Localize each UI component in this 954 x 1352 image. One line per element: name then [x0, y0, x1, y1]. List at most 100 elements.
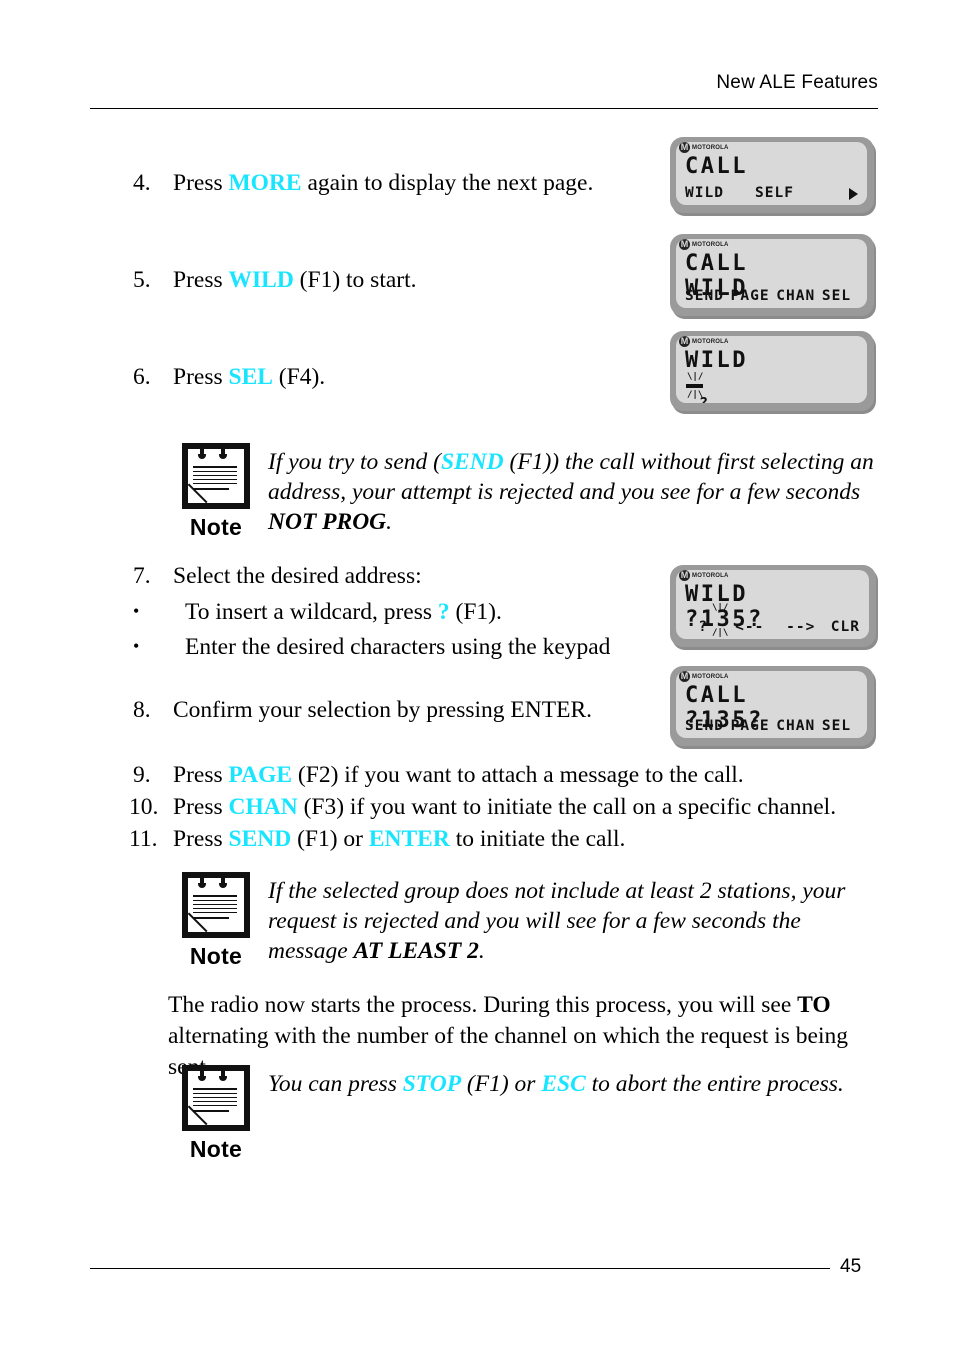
step-7: 7. Select the desired address: [133, 561, 422, 592]
cursor-star-top-icon: \|/ [687, 372, 704, 382]
note-icon-2: Note [168, 872, 264, 970]
footer-rule [90, 1268, 830, 1269]
step-7-bullet-1: • To insert a wildcard, press ? (F1). [133, 596, 502, 628]
header-rule [90, 108, 878, 109]
step-7-bullet-2: • Enter the desired characters using the … [133, 631, 610, 663]
display-5-softkeys: SEND PAGE CHAN SEL [685, 718, 858, 734]
step-4-pre: Press [173, 170, 229, 196]
notepad-ring-right [219, 875, 227, 888]
more-arrow-icon[interactable] [849, 188, 858, 200]
step-5-key: WILD [228, 267, 294, 293]
note-2-message: AT LEAST 2 [353, 938, 479, 964]
step-9-post: (F2) if you want to attach a message to … [292, 762, 744, 788]
notepad-line [193, 475, 237, 477]
softkey-wild[interactable]: WILD [685, 185, 755, 201]
step-11: 11. Press SEND (F1) or ENTER to initiate … [129, 824, 625, 855]
display-2-softkeys: SEND PAGE CHAN SEL [685, 288, 858, 304]
radio-display-1: MOTOROLA CALL WILD SELF [670, 137, 874, 213]
step-7-bullet-1-pre: To insert a wildcard, press [185, 599, 438, 625]
note-3-part2: (F1) or [461, 1071, 542, 1097]
softkey-send[interactable]: SEND [685, 288, 731, 304]
note-icon-3: Note [168, 1065, 264, 1163]
step-9-number: 9. [133, 762, 151, 788]
notepad-line [193, 908, 237, 910]
note-1-key: SEND [440, 449, 504, 475]
notepad-icon [182, 443, 250, 509]
lcd-rows: CALL ?135? SEND PAGE CHAN SEL [685, 683, 858, 734]
motorola-logo: MOTOROLA [679, 570, 729, 581]
softkey-sel[interactable]: SEL [822, 718, 858, 734]
step-10-pre: Press [173, 794, 229, 820]
note-icon-1: Note [168, 443, 264, 541]
notepad-icon [182, 872, 250, 938]
note-1-message: NOT PROG [268, 509, 387, 535]
step-8-text: Confirm your selection by pressing ENTER… [173, 697, 593, 723]
softkey-chan[interactable]: CHAN [776, 718, 822, 734]
softkey-self[interactable]: SELF [755, 185, 825, 201]
step-4-key: MORE [228, 170, 302, 196]
notepad-line [193, 1088, 237, 1091]
notepad-icon [182, 1065, 250, 1131]
notepad-page [188, 875, 244, 933]
softkey-wildcard[interactable]: ? [685, 619, 721, 635]
motorola-wordmark: MOTOROLA [692, 673, 729, 680]
lcd-face: MOTOROLA WILD \|/ /|\ ? [676, 336, 867, 403]
lcd-face: MOTOROLA CALL WILD SEND PAGE CHAN SEL [676, 239, 867, 308]
step-4-post: again to display the next page. [301, 170, 594, 196]
step-6: 6. Press SEL (F4). [133, 362, 325, 393]
motorola-wordmark: MOTOROLA [692, 338, 729, 345]
motorola-wordmark: MOTOROLA [692, 144, 729, 151]
softkey-clr[interactable]: CLR [824, 619, 860, 635]
notepad-page [188, 1068, 244, 1126]
step-9: 9. Press PAGE (F2) if you want to attach … [133, 760, 744, 791]
notepad-line [193, 1101, 237, 1103]
motorola-m-icon [679, 142, 690, 153]
cursor-bar-icon [686, 384, 703, 388]
step-11-number: 11. [129, 826, 158, 852]
motorola-m-icon [679, 336, 690, 347]
cursor-star-top-icon: \|/ [712, 603, 729, 613]
display-3-prompt: ? [699, 394, 709, 403]
notepad-line [193, 466, 237, 469]
step-7-bullet-1-post: (F1). [449, 599, 502, 625]
step-10: 10. Press CHAN (F3) if you want to initia… [129, 792, 836, 823]
notepad-line [193, 479, 237, 481]
note-1-part1: If you try to send ( [268, 449, 441, 475]
step-11-key: SEND [228, 826, 292, 852]
softkey-send[interactable]: SEND [685, 718, 731, 734]
step-8-number: 8. [133, 697, 151, 723]
lcd-rows: WILD ?135? \|/ /|\ ? <-- --> CLR [685, 582, 860, 638]
step-10-number: 10. [129, 794, 159, 820]
note-3-key: STOP [402, 1071, 462, 1097]
softkey-right-arrow[interactable]: --> [778, 619, 824, 635]
notepad-ring-right [219, 1068, 227, 1081]
step-6-number: 6. [133, 364, 151, 390]
notepad-page [188, 446, 244, 504]
step-5: 5. Press WILD (F1) to start. [133, 265, 417, 296]
display-5-line-1: CALL [685, 683, 748, 708]
notepad-line [193, 1097, 237, 1099]
motorola-wordmark: MOTOROLA [692, 572, 729, 579]
bullet-icon: • [133, 601, 140, 621]
softkey-sel[interactable]: SEL [822, 288, 858, 304]
softkey-page[interactable]: PAGE [731, 718, 777, 734]
lcd-face: MOTOROLA CALL WILD SELF [676, 142, 867, 205]
step-5-post: (F1) to start. [293, 267, 417, 293]
display-1-softkeys: WILD SELF [685, 185, 858, 201]
softkey-page[interactable]: PAGE [731, 288, 777, 304]
step-7-bullet-1-key: ? [437, 599, 450, 625]
step-9-pre: Press [173, 762, 229, 788]
display-1-line-1: CALL [685, 154, 748, 179]
softkey-chan[interactable]: CHAN [776, 288, 822, 304]
step-9-key: PAGE [228, 762, 293, 788]
note-2-part3: . [478, 938, 485, 964]
notepad-line [193, 900, 237, 902]
note-1-text: If you try to send (SEND (F1)) the call … [268, 447, 880, 537]
display-3-line-1: WILD [685, 348, 748, 373]
notepad-ring-left [198, 1068, 206, 1081]
softkey-left-arrow[interactable]: <-- [721, 619, 778, 635]
radio-display-3: MOTOROLA WILD \|/ /|\ ? [670, 331, 874, 411]
notepad-line [193, 895, 237, 898]
note-label: Note [189, 943, 243, 969]
motorola-logo: MOTOROLA [679, 142, 729, 153]
